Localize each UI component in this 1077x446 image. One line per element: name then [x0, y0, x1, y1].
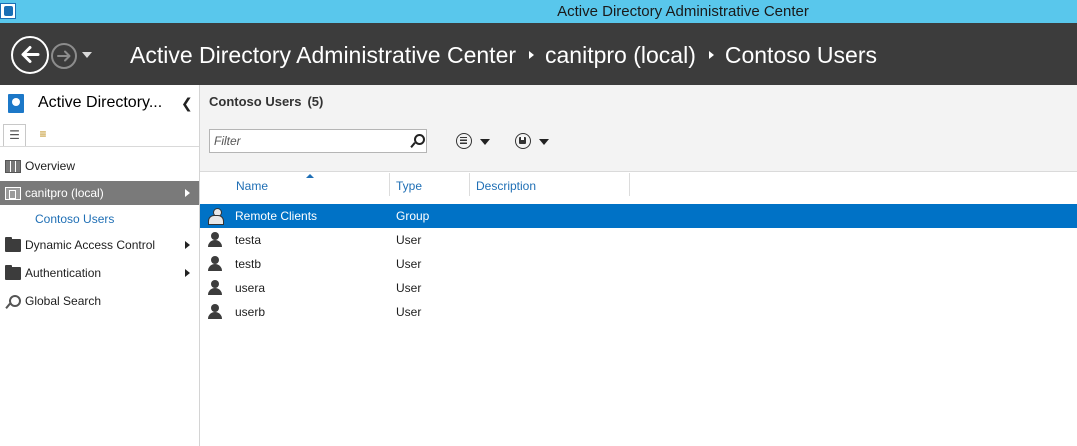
- save-icon: [519, 137, 526, 144]
- nav-item-canitpro-local[interactable]: canitpro (local): [0, 181, 199, 205]
- overview-grid-icon: [5, 159, 21, 173]
- breadcrumb-item-root[interactable]: Active Directory Administrative Center: [130, 42, 516, 69]
- view-toggle-bar: ☰ ≡: [0, 121, 199, 147]
- row-name: testb: [235, 257, 262, 271]
- breadcrumb: Active Directory Administrative Center c…: [130, 40, 877, 70]
- history-dropdown-icon[interactable]: [82, 52, 92, 58]
- list-options-icon: [460, 137, 467, 144]
- breadcrumb-item-domain[interactable]: canitpro (local): [545, 42, 696, 69]
- filter-box: [209, 129, 427, 153]
- breadcrumb-item-current[interactable]: Contoso Users: [725, 42, 877, 69]
- navigation-header: Active Directory... ❮: [0, 85, 199, 121]
- folder-icon: [5, 236, 21, 252]
- nav-item-label: Contoso Users: [35, 212, 115, 226]
- user-icon: [207, 304, 223, 320]
- nav-item-label: Overview: [25, 159, 76, 173]
- row-name: testa: [235, 233, 262, 247]
- container-name: Contoso Users: [209, 94, 302, 109]
- nav-item-contoso-users[interactable]: Contoso Users: [0, 207, 199, 231]
- navigation-title: Active Directory...: [38, 94, 163, 111]
- chevron-right-icon[interactable]: [185, 269, 190, 277]
- save-query-button[interactable]: [515, 131, 555, 151]
- page-title: Contoso Users (5): [209, 94, 323, 109]
- item-count: (5): [307, 94, 324, 109]
- row-type: Group: [396, 209, 430, 223]
- chevron-down-icon: [480, 139, 490, 145]
- nav-item-label: Dynamic Access Control: [25, 238, 156, 252]
- user-icon: [207, 256, 223, 272]
- table-row[interactable]: usera User: [200, 276, 1077, 300]
- row-name: Remote Clients: [235, 209, 318, 223]
- content-pane: Contoso Users (5) Name Type Description R…: [200, 85, 1077, 446]
- window-title: Active Directory Administrative Center: [557, 3, 809, 20]
- chevron-down-icon: [539, 139, 549, 145]
- nav-item-label: canitpro (local): [25, 186, 104, 200]
- nav-item-authentication[interactable]: Authentication: [0, 261, 199, 285]
- filter-input[interactable]: [210, 130, 400, 152]
- active-directory-icon: [8, 94, 24, 113]
- chevron-right-icon[interactable]: [185, 241, 190, 249]
- row-type: User: [396, 257, 422, 271]
- nav-item-label: Global Search: [25, 294, 102, 308]
- add-criteria-button[interactable]: [456, 131, 496, 151]
- arrow-right-icon: [57, 50, 71, 62]
- column-header-type[interactable]: Type: [390, 173, 470, 196]
- row-type: User: [396, 281, 422, 295]
- group-icon: [207, 208, 224, 225]
- row-name: usera: [235, 281, 266, 295]
- table-row[interactable]: userb User: [200, 300, 1077, 324]
- chevron-right-icon[interactable]: [529, 51, 535, 59]
- user-icon: [207, 232, 223, 248]
- domain-icon: [5, 186, 21, 200]
- user-icon: [207, 280, 223, 296]
- breadcrumb-bar: Active Directory Administrative Center c…: [0, 23, 1077, 85]
- title-bar: Active Directory Administrative Center: [0, 0, 1077, 23]
- row-name: userb: [235, 305, 266, 319]
- chevron-right-icon[interactable]: [708, 51, 714, 59]
- nav-item-overview[interactable]: Overview: [0, 154, 199, 178]
- search-icon[interactable]: [410, 134, 425, 148]
- collapse-pane-button[interactable]: ❮: [181, 95, 193, 112]
- table-row[interactable]: testb User: [200, 252, 1077, 276]
- table-row[interactable]: Remote Clients Group: [200, 204, 1077, 228]
- nav-item-dynamic-access-control[interactable]: Dynamic Access Control: [0, 233, 199, 257]
- table-row[interactable]: testa User: [200, 228, 1077, 252]
- row-type: User: [396, 305, 422, 319]
- column-header-name[interactable]: Name: [230, 173, 390, 196]
- arrow-left-icon: [21, 46, 40, 63]
- back-button[interactable]: [11, 36, 49, 74]
- navigation-pane: Active Directory... ❮ ☰ ≡ Overview canit…: [0, 85, 200, 446]
- column-header-row: Name Type Description: [200, 173, 1077, 196]
- tree-view-icon[interactable]: ≡: [32, 124, 54, 146]
- list-view-icon[interactable]: ☰: [3, 124, 26, 146]
- nav-item-global-search[interactable]: Global Search: [0, 289, 199, 313]
- forward-button[interactable]: [51, 43, 77, 69]
- column-header-description[interactable]: Description: [470, 173, 630, 196]
- search-icon: [5, 294, 21, 308]
- content-header: Contoso Users (5): [200, 85, 1077, 172]
- folder-icon: [5, 264, 21, 280]
- row-type: User: [396, 233, 422, 247]
- nav-item-label: Authentication: [25, 266, 102, 280]
- chevron-right-icon[interactable]: [185, 189, 190, 197]
